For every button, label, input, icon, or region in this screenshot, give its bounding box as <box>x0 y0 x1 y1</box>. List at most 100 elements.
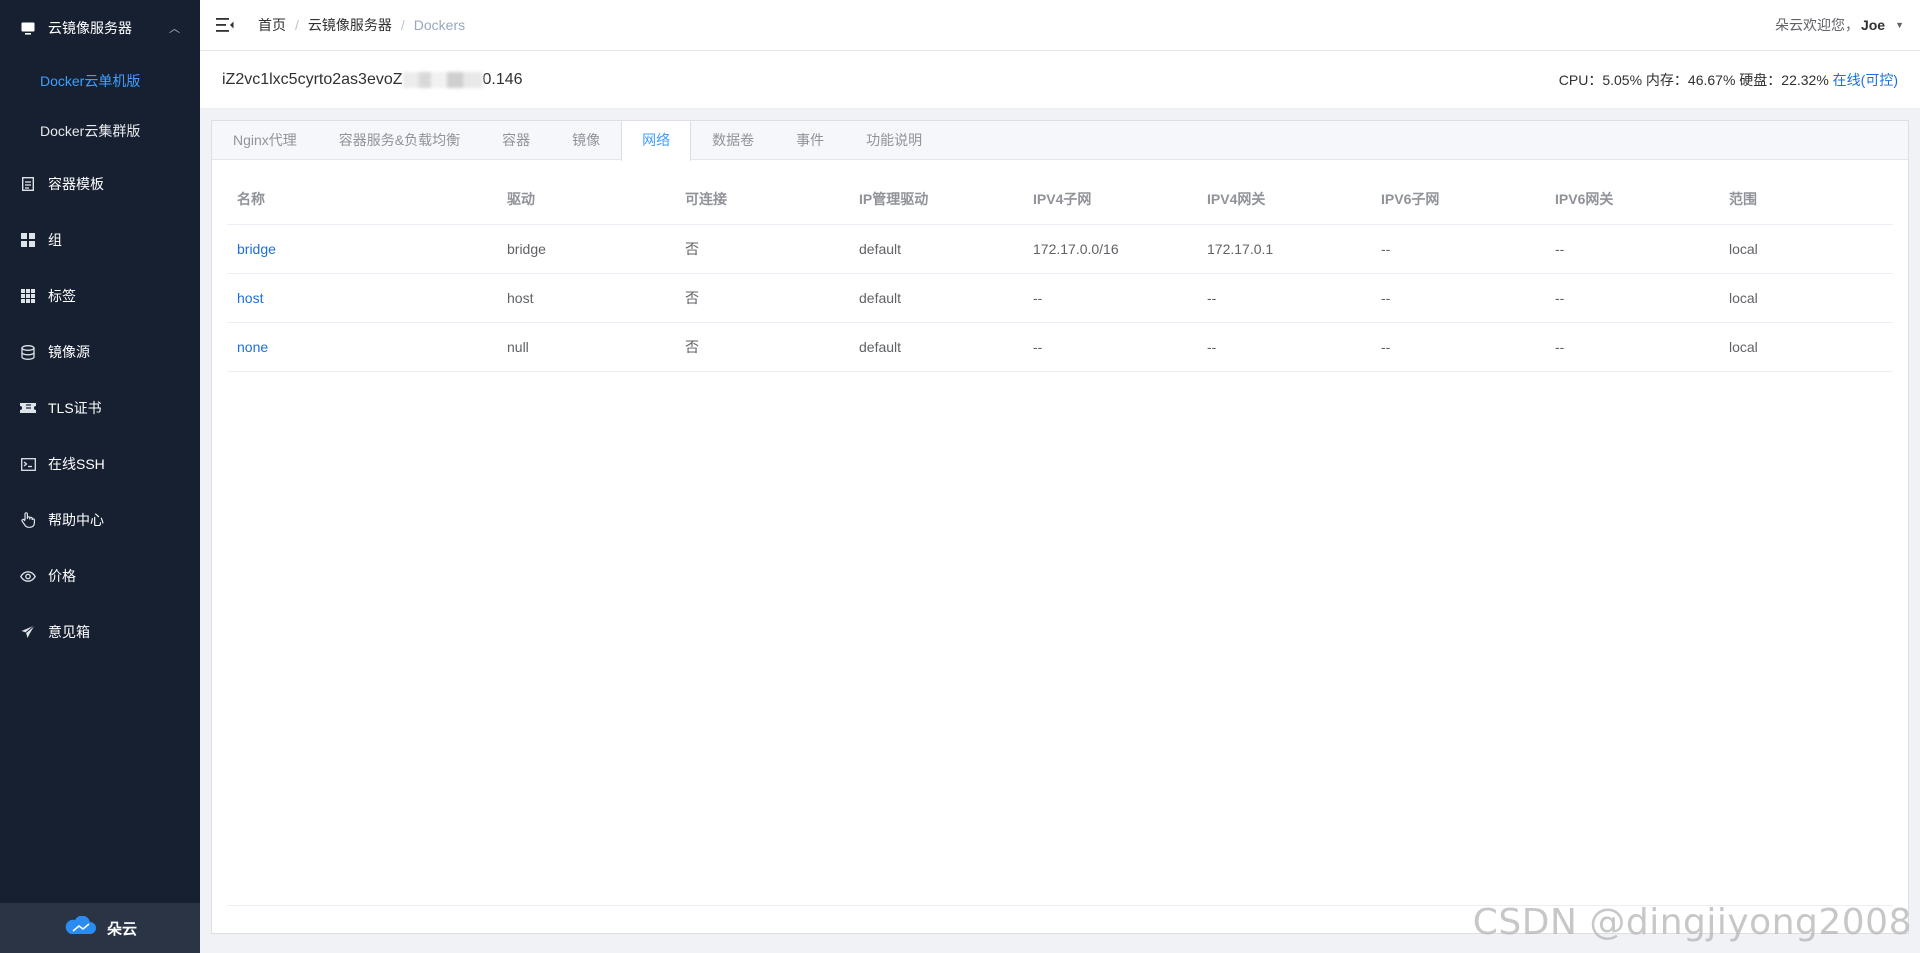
sidebar-item-group[interactable]: 组 <box>0 212 200 268</box>
table-cell: default <box>849 322 1023 372</box>
table-cell: -- <box>1023 322 1197 372</box>
column-header: IPV4网关 <box>1197 175 1371 225</box>
sidebar-item-label: 容器模板 <box>48 176 104 192</box>
breadcrumb: 首页 / 云镜像服务器 / Dockers <box>258 15 465 35</box>
tab-network[interactable]: 网络 <box>621 121 692 161</box>
chevron-up-icon: ︿ <box>169 23 180 35</box>
breadcrumb-cloud-server[interactable]: 云镜像服务器 <box>308 15 392 35</box>
table-cell: -- <box>1371 273 1545 323</box>
column-header: 名称 <box>227 175 497 225</box>
tab-feature-description[interactable]: 功能说明 <box>845 121 943 160</box>
tab-events[interactable]: 事件 <box>775 121 845 160</box>
table-cell: default <box>849 273 1023 323</box>
table-cell: 172.17.0.0/16 <box>1023 224 1197 274</box>
tab-containers[interactable]: 容器 <box>481 121 551 160</box>
breadcrumb-separator: / <box>295 17 299 33</box>
table-cell: -- <box>1197 322 1371 372</box>
column-header: IP管理驱动 <box>849 175 1023 225</box>
pointer-hand-icon <box>20 512 36 528</box>
table-cell: 172.17.0.1 <box>1197 224 1371 274</box>
network-table: 名称 驱动 可连接 IP管理驱动 IPV4子网 IPV4网关 IPV6子网 IP… <box>227 175 1893 372</box>
table-cell: -- <box>1371 224 1545 274</box>
sidebar-item-container-template[interactable]: 容器模板 <box>0 156 200 212</box>
table-row: bridge bridge 否 default 172.17.0.0/16 17… <box>227 224 1893 274</box>
table-cell: -- <box>1197 273 1371 323</box>
sidebar-item-help-center[interactable]: 帮助中心 <box>0 492 200 548</box>
table-cell: -- <box>1545 322 1719 372</box>
apps-icon <box>20 288 36 304</box>
table-header-row: 名称 驱动 可连接 IP管理驱动 IPV4子网 IPV4网关 IPV6子网 IP… <box>227 175 1893 225</box>
tab-images[interactable]: 镜像 <box>551 121 621 160</box>
table-cell: null <box>497 322 675 372</box>
sidebar-group-label: 云镜像服务器 <box>48 20 132 36</box>
tab-nginx-proxy[interactable]: Nginx代理 <box>212 121 318 160</box>
menu-toggle-icon[interactable] <box>216 17 234 33</box>
table-cell: host <box>497 273 675 323</box>
tab-volumes[interactable]: 数据卷 <box>691 121 775 160</box>
sidebar-item-label: 帮助中心 <box>48 512 104 528</box>
watermark-text: CSDN @dingjiyong2008 <box>1472 902 1912 943</box>
monitor-icon <box>20 20 36 36</box>
caret-down-icon: ▼ <box>1895 20 1904 30</box>
table-cell: local <box>1719 224 1893 274</box>
network-table-wrapper: 名称 驱动 可连接 IP管理驱动 IPV4子网 IPV4网关 IPV6子网 IP… <box>212 160 1908 372</box>
sidebar-item-image-source[interactable]: 镜像源 <box>0 324 200 380</box>
username: Joe <box>1860 17 1886 33</box>
greeting-text: 朵云欢迎您， <box>1774 17 1859 33</box>
resource-usage-text: CPU：5.05% 内存：46.67% 硬盘：22.32% <box>1558 71 1829 88</box>
column-header: 驱动 <box>497 175 675 225</box>
server-stats: CPU：5.05% 内存：46.67% 硬盘：22.32% 在线(可控) <box>1559 70 1898 90</box>
online-status-link[interactable]: 在线(可控) <box>1833 72 1898 88</box>
document-icon <box>20 176 36 192</box>
cloud-logo-icon <box>63 915 97 940</box>
table-cell: -- <box>1371 322 1545 372</box>
table-cell: local <box>1719 273 1893 323</box>
network-name-link[interactable]: host <box>227 273 497 323</box>
sidebar-item-docker-cluster[interactable]: Docker云集群版 <box>0 106 200 156</box>
breadcrumb-home[interactable]: 首页 <box>258 15 286 35</box>
column-header: IPV4子网 <box>1023 175 1197 225</box>
sidebar: 云镜像服务器 ︿ Docker云单机版 Docker云集群版 容器模板 组 标签… <box>0 0 200 953</box>
table-cell: 否 <box>675 273 849 323</box>
table-cell: default <box>849 224 1023 274</box>
network-name-link[interactable]: none <box>227 322 497 372</box>
sidebar-item-docker-single[interactable]: Docker云单机版 <box>0 56 200 106</box>
column-header: IPV6网关 <box>1545 175 1719 225</box>
database-icon <box>20 344 36 360</box>
eye-icon <box>20 568 36 584</box>
sidebar-item-label: 标签 <box>48 288 76 304</box>
table-row: none null 否 default -- -- -- -- local <box>227 322 1893 372</box>
table-cell: 否 <box>675 322 849 372</box>
sidebar-item-tls-cert[interactable]: TLS证书 <box>0 380 200 436</box>
table-cell: bridge <box>497 224 675 274</box>
sidebar-item-online-ssh[interactable]: 在线SSH <box>0 436 200 492</box>
sidebar-group-cloud-server[interactable]: 云镜像服务器 ︿ <box>0 0 200 56</box>
column-header: 范围 <box>1719 175 1893 225</box>
tab-container-service-lb[interactable]: 容器服务&负载均衡 <box>318 121 481 160</box>
terminal-icon <box>20 456 36 472</box>
sidebar-item-label: Docker云集群版 <box>40 123 141 139</box>
sidebar-item-feedback[interactable]: 意见箱 <box>0 604 200 660</box>
table-cell: -- <box>1545 224 1719 274</box>
column-header: 可连接 <box>675 175 849 225</box>
network-name-link[interactable]: bridge <box>227 224 497 274</box>
redacted-mask <box>402 71 483 88</box>
grid-icon <box>20 232 36 248</box>
sidebar-item-label: TLS证书 <box>48 400 102 416</box>
table-row: host host 否 default -- -- -- -- local <box>227 273 1893 323</box>
table-cell: 否 <box>675 224 849 274</box>
sidebar-item-price[interactable]: 价格 <box>0 548 200 604</box>
hostname-suffix: 0.146 <box>482 70 523 88</box>
sidebar-item-tags[interactable]: 标签 <box>0 268 200 324</box>
table-cell: -- <box>1545 273 1719 323</box>
user-menu[interactable]: 朵云欢迎您， Joe ▼ <box>1775 15 1904 35</box>
ticket-icon <box>20 400 36 416</box>
sidebar-item-label: 在线SSH <box>48 456 105 472</box>
sidebar-item-label: 意见箱 <box>48 624 90 640</box>
sidebar-item-label: 组 <box>48 232 62 248</box>
send-icon <box>20 624 36 640</box>
breadcrumb-current: Dockers <box>413 17 466 33</box>
server-info-bar: iZ2vc1lxc5cyrto2as3evoZ 0.146 CPU：5.05% … <box>200 51 1920 109</box>
table-cell: local <box>1719 322 1893 372</box>
server-hostname: iZ2vc1lxc5cyrto2as3evoZ 0.146 <box>222 71 523 89</box>
